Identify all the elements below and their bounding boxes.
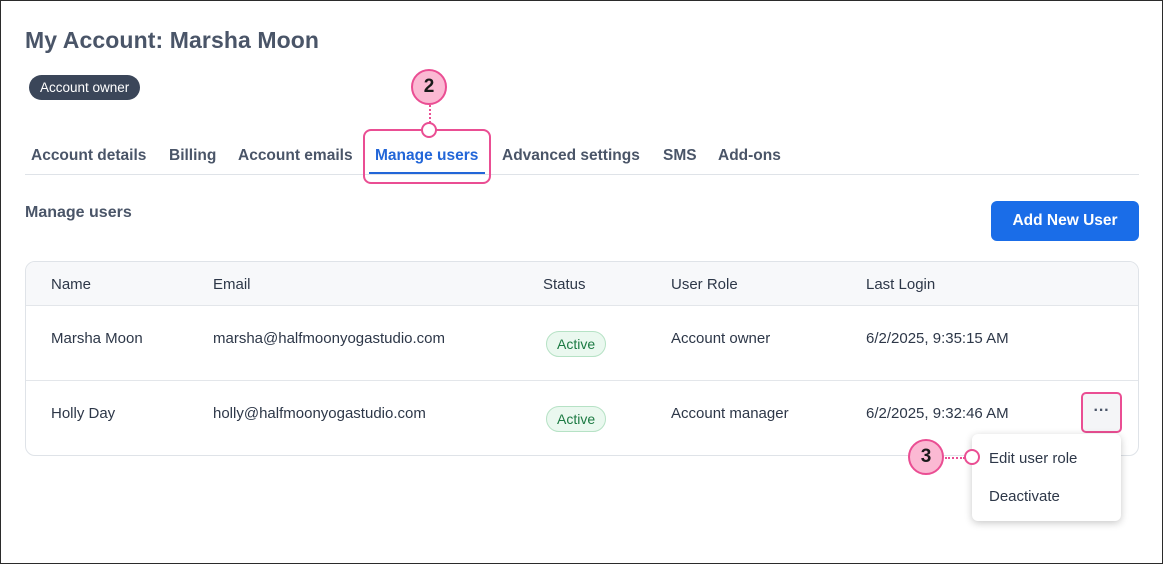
tab-add-ons[interactable]: Add-ons	[718, 147, 781, 165]
user-name: Marsha Moon	[51, 330, 143, 347]
add-new-user-button[interactable]: Add New User	[991, 201, 1139, 241]
callout-3-anchor	[964, 449, 980, 465]
users-table: Name Email Status User Role Last Login M…	[25, 261, 1139, 456]
row-actions-button[interactable]: ···	[1081, 392, 1122, 433]
callout-step-2: 2	[411, 69, 447, 105]
row-actions-menu: Edit user role Deactivate	[972, 434, 1121, 521]
status-badge: Active	[546, 406, 607, 432]
user-name: Holly Day	[51, 405, 116, 422]
user-role: Account owner	[671, 330, 771, 347]
tab-account-details[interactable]: Account details	[31, 147, 146, 165]
menu-item-deactivate[interactable]: Deactivate	[989, 488, 1060, 505]
tab-sms[interactable]: SMS	[663, 147, 697, 165]
user-role: Account manager	[671, 405, 789, 422]
page-title: My Account: Marsha Moon	[25, 27, 320, 53]
tab-account-emails[interactable]: Account emails	[238, 147, 353, 165]
account-tabs: Account details Billing Account emails M…	[25, 139, 1139, 175]
callout-3-connector	[945, 457, 965, 459]
table-header: Name Email Status User Role Last Login	[26, 262, 1138, 306]
user-email: marsha@halfmoonyogastudio.com	[213, 330, 446, 347]
callout-2-anchor	[421, 122, 437, 138]
tab-billing[interactable]: Billing	[169, 147, 216, 165]
column-header-user-role: User Role	[671, 276, 738, 293]
column-header-last-login: Last Login	[866, 276, 936, 293]
status-badge: Active	[546, 331, 607, 357]
tab-advanced-settings[interactable]: Advanced settings	[502, 147, 640, 165]
callout-2-connector	[429, 105, 431, 123]
section-title: Manage users	[25, 204, 132, 221]
account-owner-badge: Account owner	[29, 75, 141, 100]
menu-item-edit-user-role[interactable]: Edit user role	[989, 450, 1077, 467]
column-header-email: Email	[213, 276, 251, 293]
last-login: 6/2/2025, 9:35:15 AM	[866, 330, 1009, 347]
callout-step-3: 3	[908, 439, 944, 475]
last-login: 6/2/2025, 9:32:46 AM	[866, 405, 1009, 422]
screenshot-frame: My Account: Marsha Moon Account owner Ac…	[0, 0, 1163, 564]
user-email: holly@halfmoonyogastudio.com	[213, 405, 426, 422]
column-header-name: Name	[51, 276, 92, 293]
table-row: Marsha Moon marsha@halfmoonyogastudio.co…	[26, 306, 1138, 381]
ellipsis-icon: ···	[1093, 402, 1110, 419]
column-header-status: Status	[543, 276, 586, 293]
